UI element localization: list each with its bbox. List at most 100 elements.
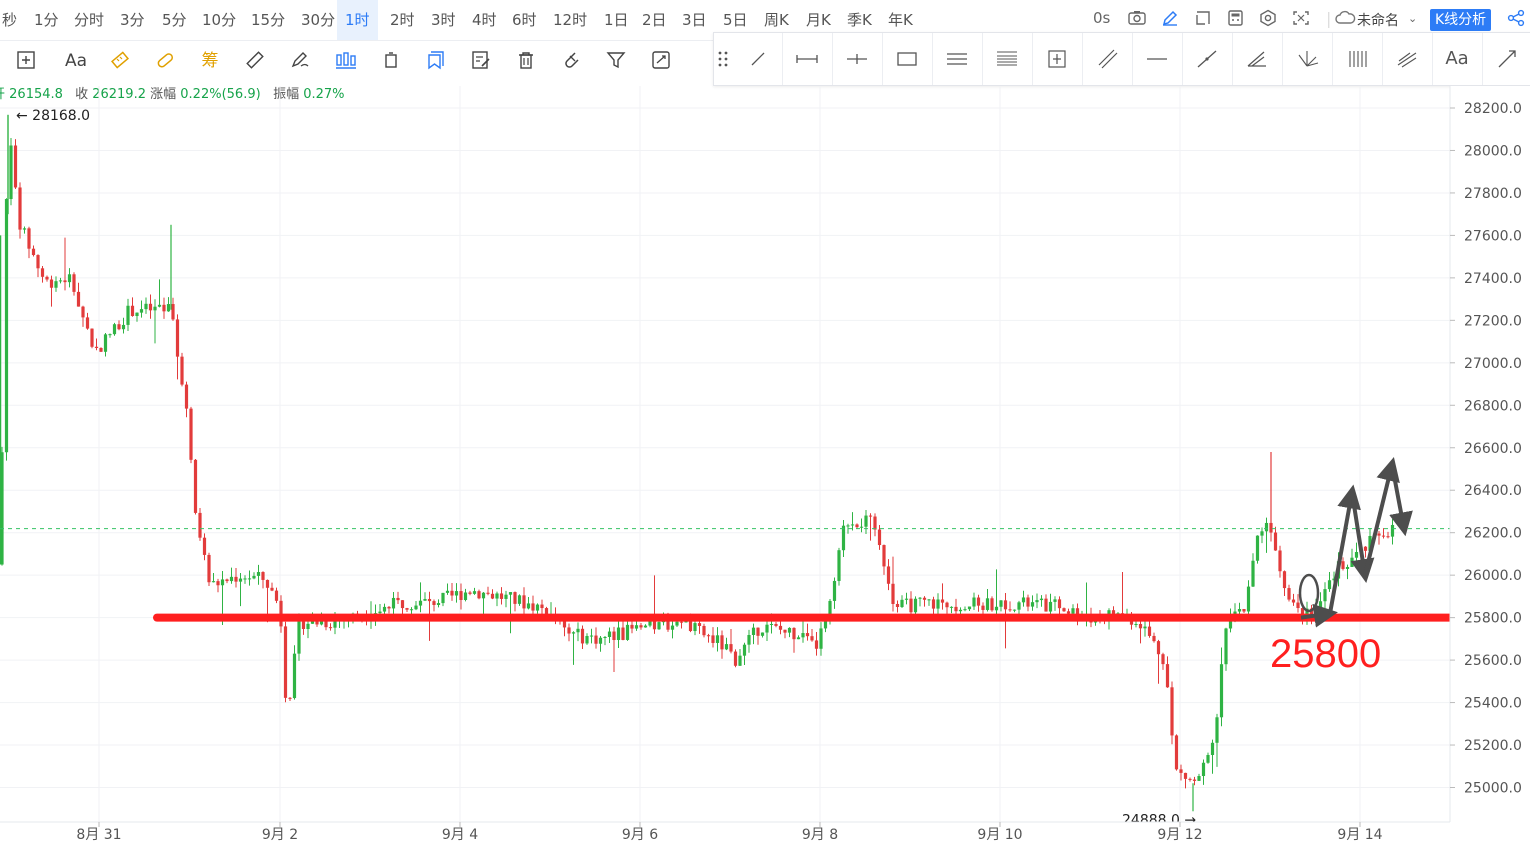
candle-body [814,640,819,649]
battery-icon[interactable] [379,49,403,73]
pencil-icon[interactable] [1160,9,1180,31]
candle-body [819,628,823,649]
candle-body [112,324,117,335]
text-style-icon[interactable]: Aa [64,49,88,73]
parallel-channel-tool-icon[interactable] [932,33,983,85]
candle-body [1192,779,1197,781]
trend-line-tool-icon[interactable] [732,33,783,85]
fibonacci-tool-icon[interactable] [982,33,1033,85]
edit-note-icon[interactable] [469,49,493,73]
candle-body [1179,769,1183,773]
y-tick-label: 28200.0 [1464,101,1522,117]
link-icon[interactable] [153,49,177,73]
gann-grid-tool-icon[interactable] [1332,33,1383,85]
timeframe-tab[interactable]: 3分 [118,0,147,40]
timeframe-tab[interactable]: 12时 [551,0,589,40]
change-label: 涨幅 [150,87,177,102]
y-tick-label: 27400.0 [1464,271,1522,287]
fullscreen-icon[interactable] [1291,9,1311,31]
candle-body [868,515,873,517]
y-tick-label: 26400.0 [1464,483,1522,499]
camera-icon[interactable] [1127,9,1147,31]
candle-body [315,619,319,625]
share-icon[interactable] [1506,9,1526,31]
timeframe-tab[interactable]: 3时 [429,0,458,40]
candle-body [598,637,603,644]
pitchfork-tool-icon[interactable] [1382,33,1433,85]
timeframe-tab[interactable]: 1时 [337,0,378,40]
timeframe-tab[interactable]: 5分 [160,0,189,40]
candle-body [54,281,58,288]
candle-body [319,621,324,625]
candle-body [783,629,787,633]
y-tick-label: 25200.0 [1464,738,1522,754]
calculator-icon[interactable] [1226,9,1246,31]
brush-icon[interactable] [288,49,312,73]
horizontal-ray-tool-icon[interactable] [782,33,833,85]
trash-icon[interactable] [514,49,538,73]
kline-analysis-button[interactable]: K线分析 [1430,9,1492,31]
kline-chart[interactable]: 26219.2← 28168.024888.0 →25800 28200.028… [0,0,1530,858]
timeframe-tab[interactable]: 2时 [388,0,417,40]
candle-body [742,644,747,656]
layout-name[interactable]: 未命名 [1357,10,1399,30]
timeframe-tab[interactable]: 3日 [680,0,709,40]
candle-body [1174,735,1179,770]
candle-body [621,627,625,640]
frame-select-icon[interactable] [1193,9,1213,31]
chip-icon[interactable]: 筹 [198,49,222,73]
sync-icon[interactable] [649,49,673,73]
candle-body [472,591,477,594]
timeframe-tab[interactable]: 30分 [299,0,337,40]
rectangle-tool-icon[interactable] [882,33,933,85]
candle-body [625,624,630,640]
candle-body [1066,611,1071,614]
candle-body [481,592,486,599]
candle-body [562,620,567,628]
candle-body [1161,654,1165,665]
measure-tool-icon[interactable] [1032,33,1083,85]
timeframe-tab[interactable]: 1分 [32,0,61,40]
amplitude-label: 振幅 [273,87,300,102]
candle-body [346,619,351,621]
horizontal-segment-tool-icon[interactable] [1132,33,1183,85]
candle-body [1260,531,1264,536]
candle-body [891,583,895,604]
timeframe-tab[interactable]: 2日 [640,0,669,40]
drag-handle-icon[interactable] [714,33,732,85]
zigzag-arrow [1363,456,1400,576]
magnet-icon[interactable] [559,49,583,73]
timeframe-tab[interactable]: 10分 [200,0,238,40]
candle-body [13,145,18,188]
candle-body [427,598,432,602]
timeframe-tab[interactable]: 15分 [249,0,287,40]
timeframe-tab[interactable]: 4时 [470,0,499,40]
bookmark-icon[interactable] [424,49,448,73]
timeframe-tab[interactable]: 1日 [602,0,631,40]
candle-body [1363,546,1368,551]
candle-body [180,356,184,385]
add-indicator-icon[interactable] [14,49,38,73]
extended-line-tool-icon[interactable] [1182,33,1233,85]
price-range-tool-icon[interactable] [1082,33,1133,85]
text-tool-icon[interactable]: Aa [1432,33,1483,85]
arrow-line-tool-icon[interactable] [1482,33,1530,85]
angle-line-tool-icon[interactable] [1232,33,1283,85]
candle-body [1309,608,1314,615]
cross-line-tool-icon[interactable] [832,33,883,85]
candles-icon[interactable] [334,49,358,73]
candle-body [391,597,396,609]
timeframe-tab[interactable]: 6时 [510,0,539,40]
candle-body [292,653,297,699]
chevron-down-icon[interactable]: ⌄ [1408,12,1417,25]
timeframe-tab[interactable]: 分时 [72,0,106,40]
ruler-icon[interactable] [243,49,267,73]
candle-body [81,306,85,318]
x-tick-label: 9月 8 [802,827,838,843]
settings-icon[interactable] [1258,9,1278,31]
timeframe-tab[interactable]: 秒 [0,0,19,40]
filter-icon[interactable] [604,49,628,73]
ruler-diag-icon[interactable] [108,49,132,73]
fan-line-tool-icon[interactable] [1282,33,1333,85]
x-tick-label: 9月 4 [442,827,478,843]
